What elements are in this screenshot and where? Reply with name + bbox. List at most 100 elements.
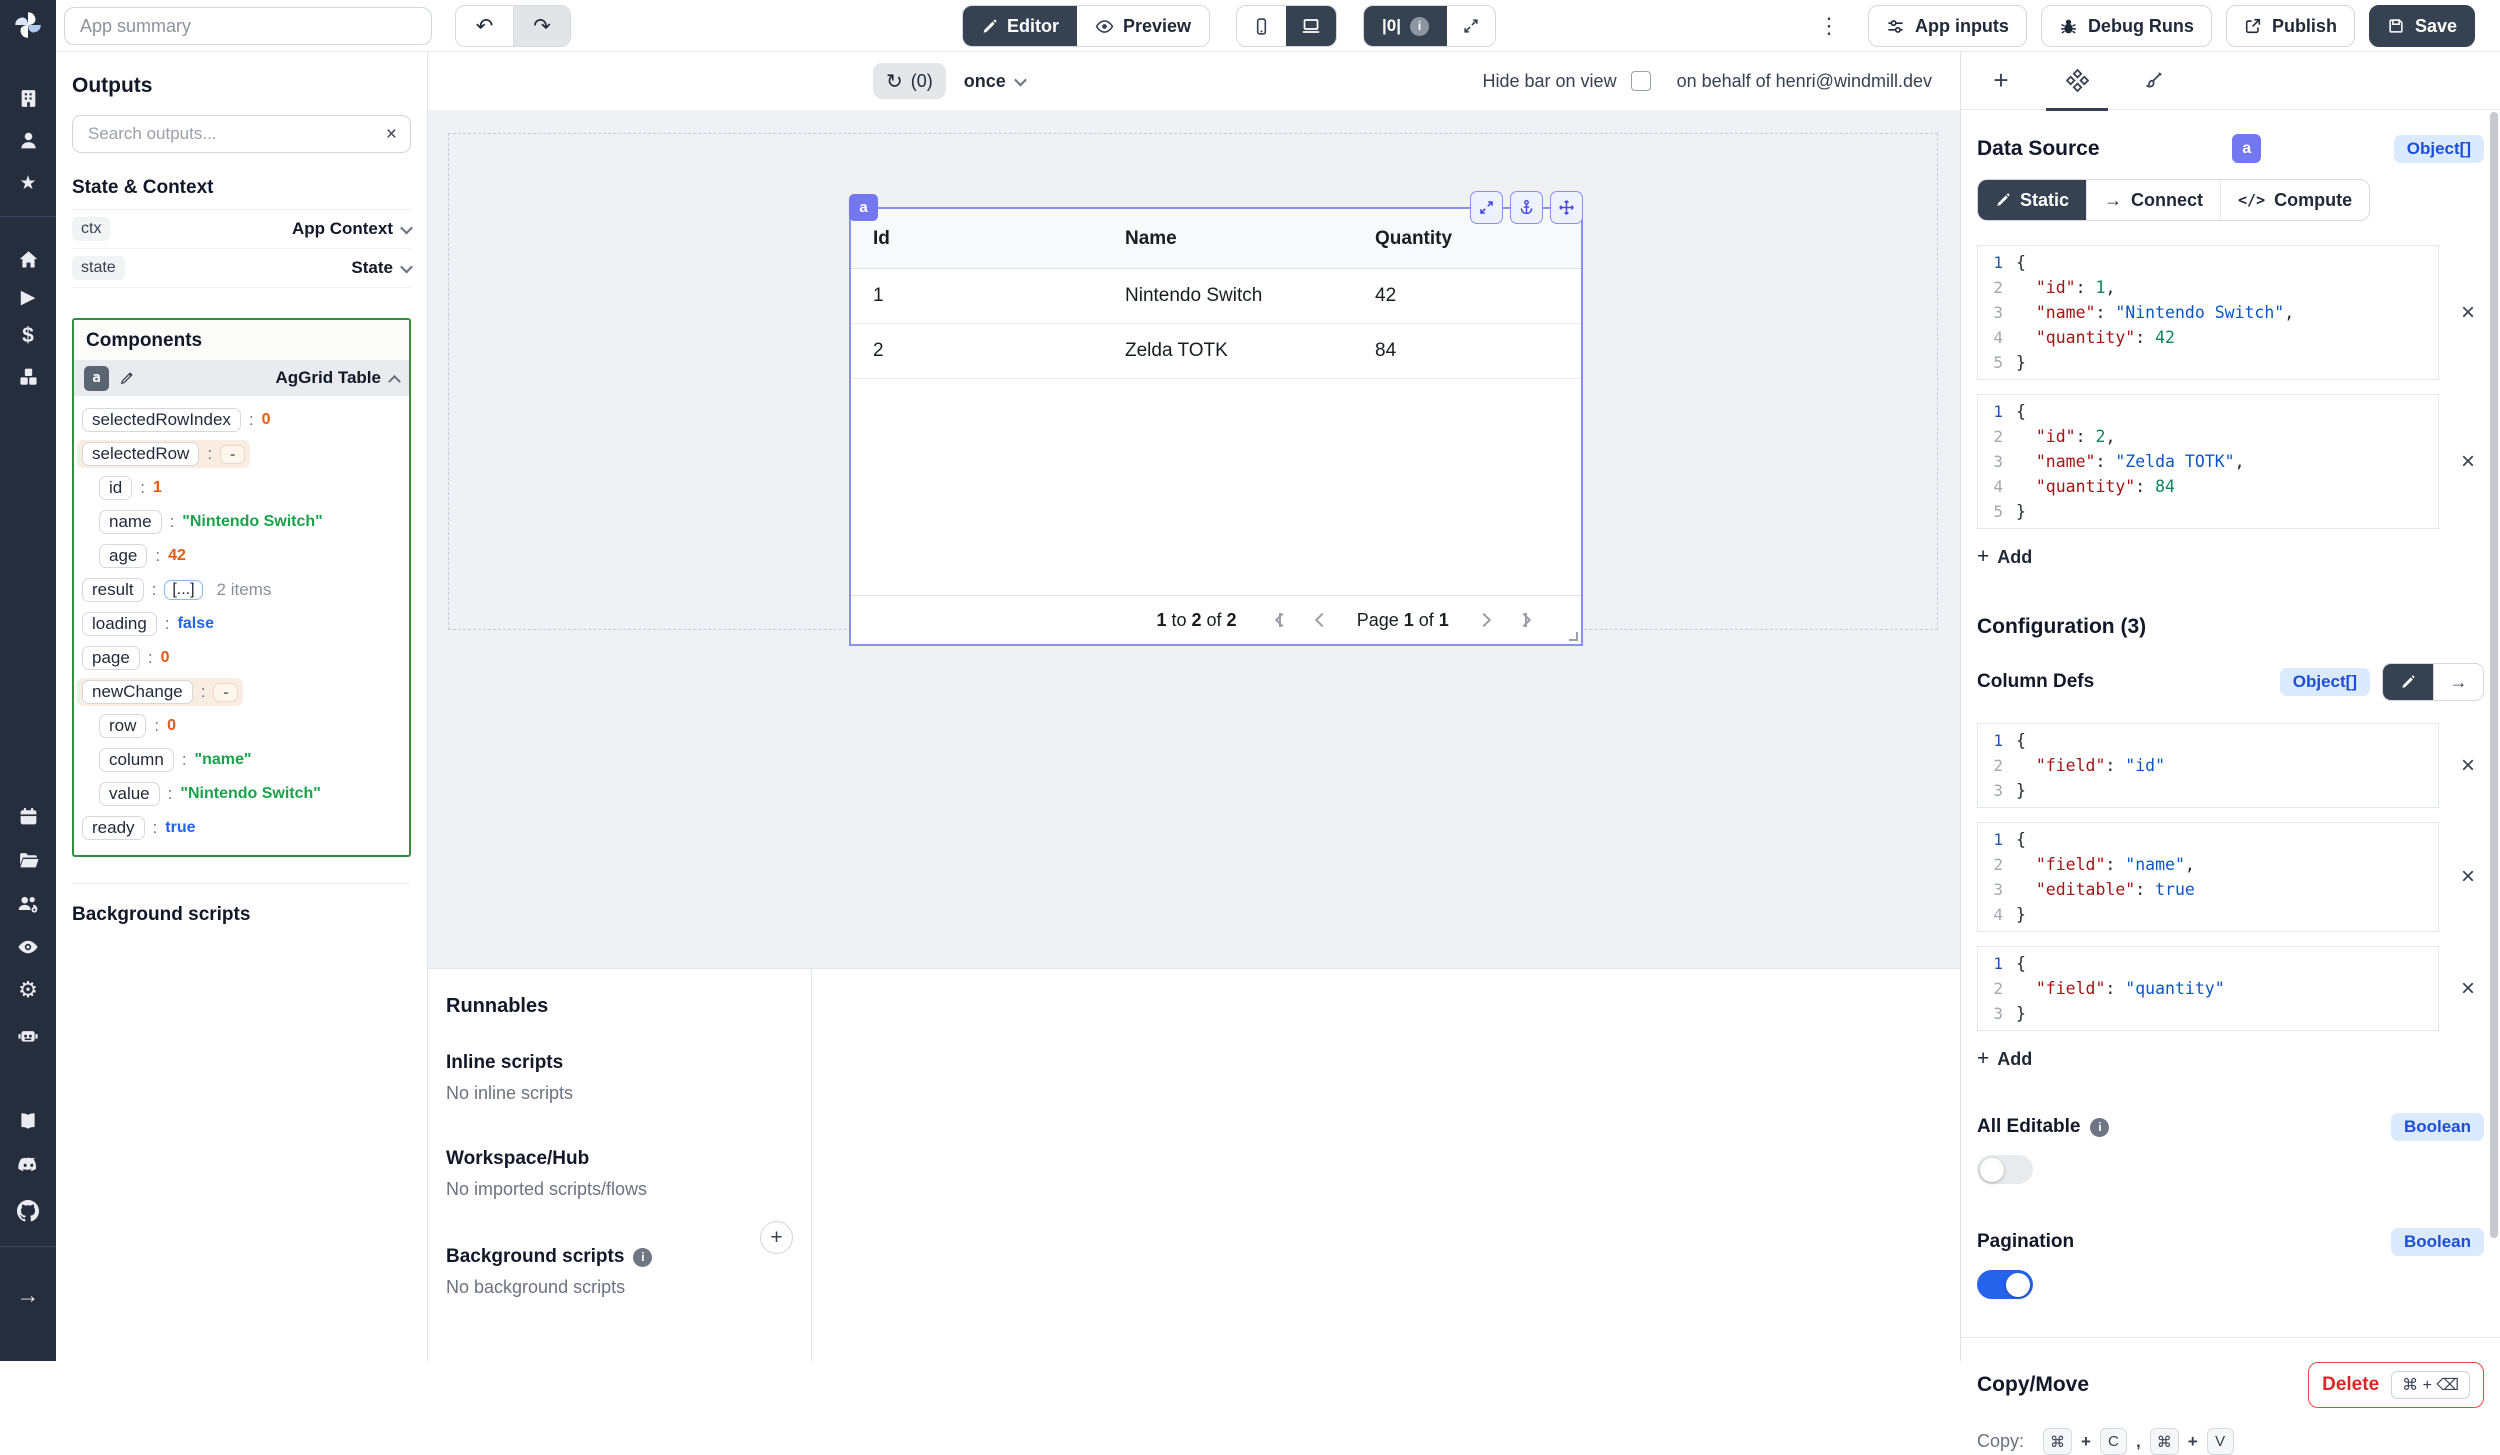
json-editor[interactable]: 1{2 "id": 2,3 "name": "Zelda TOTK",4 "qu… [1977, 394, 2439, 529]
remove-item-button[interactable]: × [2452, 300, 2484, 326]
all-editable-toggle[interactable] [1977, 1155, 2033, 1184]
output-key[interactable]: name [99, 510, 162, 534]
aggrid-table-component[interactable]: a IdNameQuantity 1Nintendo Switch422Zeld… [849, 207, 1583, 646]
table-row[interactable]: 2Zelda TOTK84 [851, 324, 1581, 379]
anchor-component-button[interactable] [1510, 191, 1543, 224]
type-badge[interactable]: Object[] [2394, 135, 2484, 163]
schedule-dropdown[interactable]: once [964, 71, 1025, 92]
output-key[interactable]: column [99, 748, 174, 772]
state-row[interactable]: state State [72, 249, 411, 288]
hide-bar-checkbox[interactable] [1631, 71, 1651, 91]
json-editor[interactable]: 1{2 "field": "name",3 "editable": true4} [1977, 822, 2439, 932]
json-editor[interactable]: 1{2 "field": "quantity"3} [1977, 946, 2439, 1031]
output-key[interactable]: id [99, 476, 132, 500]
ctx-row[interactable]: ctx App Context [72, 210, 411, 249]
groups-users-icon[interactable] [0, 893, 56, 915]
clear-search-icon[interactable]: × [386, 125, 397, 144]
settings-gear-icon[interactable]: ⚙ [0, 979, 56, 1001]
output-key[interactable]: result [82, 578, 144, 602]
add-data-item-button[interactable]: +Add [1977, 545, 2032, 569]
audit-eye-icon[interactable] [0, 936, 56, 958]
output-key[interactable]: newChange [82, 680, 193, 704]
home-icon[interactable] [0, 249, 56, 270]
remove-item-button[interactable]: × [2452, 753, 2484, 779]
resources-cubes-icon[interactable] [0, 366, 56, 387]
column-header[interactable]: Name [1103, 228, 1353, 250]
output-key[interactable]: selectedRowIndex [82, 408, 241, 432]
table-row[interactable]: 1Nintendo Switch42 [851, 269, 1581, 324]
rename-pencil-icon[interactable] [119, 370, 135, 386]
output-key[interactable]: value [99, 782, 160, 806]
redo-button[interactable]: ↷ [513, 6, 570, 46]
output-key[interactable]: row [99, 714, 146, 738]
debug-runs-button[interactable]: Debug Runs [2041, 5, 2212, 47]
table-cell[interactable]: 2 [851, 340, 1103, 362]
user-icon[interactable] [0, 130, 56, 151]
first-page-button[interactable] [1279, 613, 1287, 627]
json-editor[interactable]: 1{2 "field": "id"3} [1977, 723, 2439, 808]
app-summary-input[interactable] [64, 7, 432, 45]
delete-component-button[interactable]: Delete ⌘ + ⌫ [2308, 1362, 2484, 1408]
zero-state-button[interactable]: |0| i [1364, 6, 1447, 46]
table-cell[interactable]: 1 [851, 285, 1103, 307]
expand-component-button[interactable] [1470, 191, 1503, 224]
last-page-button[interactable] [1519, 613, 1527, 627]
output-key[interactable]: loading [82, 612, 157, 636]
previous-page-button[interactable] [1317, 615, 1327, 625]
chevron-down-icon[interactable] [400, 260, 413, 273]
desktop-view-button[interactable] [1286, 6, 1336, 46]
undo-button[interactable]: ↶ [456, 6, 513, 46]
table-cell[interactable]: 42 [1353, 285, 1581, 307]
save-button[interactable]: Save [2369, 5, 2475, 47]
windmill-logo-icon[interactable] [12, 9, 44, 41]
search-outputs-input[interactable] [86, 123, 378, 145]
refresh-button[interactable]: ↻ (0) [873, 63, 946, 99]
github-icon[interactable] [0, 1200, 56, 1222]
move-component-button[interactable] [1550, 191, 1583, 224]
output-key[interactable]: ready [82, 816, 145, 840]
app-inputs-button[interactable]: App inputs [1868, 5, 2027, 47]
more-menu-icon[interactable]: ⋮ [1818, 13, 1840, 39]
preview-mode-button[interactable]: Preview [1077, 6, 1209, 46]
add-background-script-button[interactable]: + [760, 1221, 793, 1254]
discord-icon[interactable] [0, 1156, 56, 1176]
favorites-star-icon[interactable]: ★ [0, 173, 56, 195]
publish-button[interactable]: Publish [2226, 5, 2355, 47]
tab-styling[interactable] [2115, 52, 2191, 110]
connect-mode-button[interactable]: → [2433, 664, 2483, 700]
workspace-icon[interactable] [0, 88, 56, 109]
chevron-down-icon[interactable] [400, 221, 413, 234]
tab-component-settings[interactable] [2039, 52, 2115, 110]
table-cell[interactable]: Nintendo Switch [1103, 285, 1353, 307]
folders-icon[interactable] [0, 850, 56, 871]
resize-handle[interactable] [1569, 632, 1578, 641]
output-key[interactable]: age [99, 544, 147, 568]
chevron-up-icon[interactable] [388, 374, 401, 387]
remove-item-button[interactable]: × [2452, 976, 2484, 1002]
add-column-def-button[interactable]: +Add [1977, 1047, 2032, 1071]
json-editor[interactable]: 1{2 "id": 1,3 "name": "Nintendo Switch",… [1977, 245, 2439, 380]
connect-tab[interactable]: → Connect [2086, 180, 2220, 220]
table-cell[interactable]: 84 [1353, 340, 1581, 362]
pagination-toggle[interactable] [1977, 1270, 2033, 1299]
table-cell[interactable]: Zelda TOTK [1103, 340, 1353, 362]
scrollbar-thumb[interactable] [2490, 112, 2498, 1238]
runs-play-icon[interactable]: ▶ [0, 287, 56, 309]
variables-dollar-icon[interactable]: $ [0, 325, 56, 347]
type-badge[interactable]: Object[] [2280, 668, 2370, 696]
ai-robot-icon[interactable] [0, 1024, 56, 1046]
collapse-arrow-icon[interactable]: → [0, 1284, 56, 1306]
fullscreen-button[interactable] [1447, 6, 1495, 46]
canvas-grid[interactable]: a IdNameQuantity 1Nintendo Switch422Zeld… [448, 133, 1938, 630]
output-key[interactable]: page [82, 646, 140, 670]
schedules-calendar-icon[interactable] [0, 806, 56, 827]
next-page-button[interactable] [1479, 615, 1489, 625]
static-tab[interactable]: Static [1978, 180, 2086, 220]
component-header-row[interactable]: a AgGrid Table [74, 360, 409, 396]
app-canvas[interactable]: a IdNameQuantity 1Nintendo Switch422Zeld… [428, 110, 1960, 968]
mobile-view-button[interactable] [1237, 6, 1286, 46]
output-value-expand[interactable]: [...] [164, 580, 202, 600]
editor-mode-button[interactable]: Editor [963, 6, 1077, 46]
edit-mode-button[interactable] [2383, 664, 2433, 700]
component-id-tag[interactable]: a [849, 194, 878, 221]
